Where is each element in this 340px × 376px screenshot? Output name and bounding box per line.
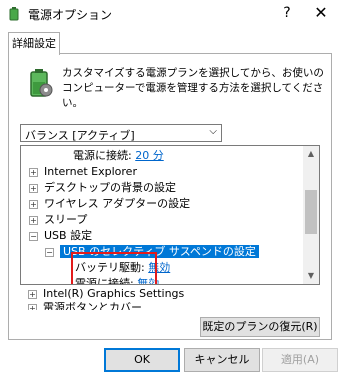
chevron-down-icon: ⌵ — [209, 126, 217, 137]
expand-plus-icon[interactable]: + — [29, 183, 38, 193]
description-text: カスタマイズする電源プランを選択してから、お使いのコンピューターで電源を管理する… — [62, 67, 324, 109]
scroll-up-arrow-icon[interactable]: ▲ — [303, 146, 319, 162]
help-button[interactable]: ? — [272, 2, 302, 24]
tree-item-label: 電源ボタンとカバー — [43, 301, 142, 310]
ok-button[interactable]: OK — [104, 348, 180, 372]
setting-label: 電源に接続: — [73, 149, 132, 162]
tree-item-label: Internet Explorer — [44, 165, 137, 178]
collapse-minus-icon[interactable]: − — [45, 247, 54, 257]
expand-plus-icon[interactable]: + — [29, 215, 38, 225]
tree-item-label: Intel(R) Graphics Settings — [43, 287, 185, 300]
tree-item-usb-settings[interactable]: − USB 設定 — [29, 228, 92, 244]
scroll-down-arrow-icon[interactable]: ▼ — [303, 268, 319, 284]
tree-item-ac-sleep[interactable]: 電源に接続: 20 分 — [73, 148, 164, 164]
apply-button[interactable]: 適用(A) — [262, 348, 338, 372]
tree-item-label: USB 設定 — [44, 229, 93, 242]
tree-item-desktop-background[interactable]: + デスクトップの背景の設定 — [29, 180, 176, 196]
tree-item-label: ワイヤレス アダプターの設定 — [44, 197, 191, 210]
power-options-app-icon — [9, 7, 19, 21]
expand-plus-icon[interactable]: + — [29, 199, 38, 209]
power-plan-selected-value: バランス [アクティブ] — [25, 129, 135, 142]
vertical-scrollbar[interactable]: ▲ ▼ — [303, 146, 319, 284]
tree-item-power-buttons[interactable]: + 電源ボタンとカバー — [28, 300, 142, 310]
battery-settings-icon — [30, 69, 53, 97]
tree-item-label: スリープ — [44, 213, 88, 226]
setting-value-link[interactable]: 20 分 — [135, 149, 164, 162]
restore-default-plan-button[interactable]: 既定のプランの復元(R) — [200, 317, 320, 337]
settings-tree[interactable]: 電源に接続: 20 分 + Internet Explorer + デスクトップの背… — [20, 145, 320, 285]
collapse-minus-icon[interactable]: − — [29, 231, 38, 241]
window-title: 電源オプション — [28, 8, 113, 22]
power-plan-select[interactable]: バランス [アクティブ] ⌵ — [20, 124, 222, 142]
scrollbar-thumb[interactable] — [305, 190, 317, 234]
title-bar: 電源オプション ? ✕ — [0, 0, 340, 28]
expand-plus-icon[interactable]: + — [28, 303, 37, 310]
tree-item-sleep[interactable]: + スリープ — [29, 212, 87, 228]
close-button[interactable]: ✕ — [306, 2, 336, 24]
tab-advanced-settings[interactable]: 詳細設定 — [8, 32, 60, 55]
red-highlight-box — [71, 252, 157, 284]
tree-item-wireless-adapter[interactable]: + ワイヤレス アダプターの設定 — [29, 196, 190, 212]
tree-item-internet-explorer[interactable]: + Internet Explorer — [29, 164, 137, 180]
expand-plus-icon[interactable]: + — [28, 289, 37, 299]
expand-plus-icon[interactable]: + — [29, 167, 38, 177]
cancel-button[interactable]: キャンセル — [184, 348, 260, 372]
tree-item-label: デスクトップの背景の設定 — [44, 181, 176, 194]
